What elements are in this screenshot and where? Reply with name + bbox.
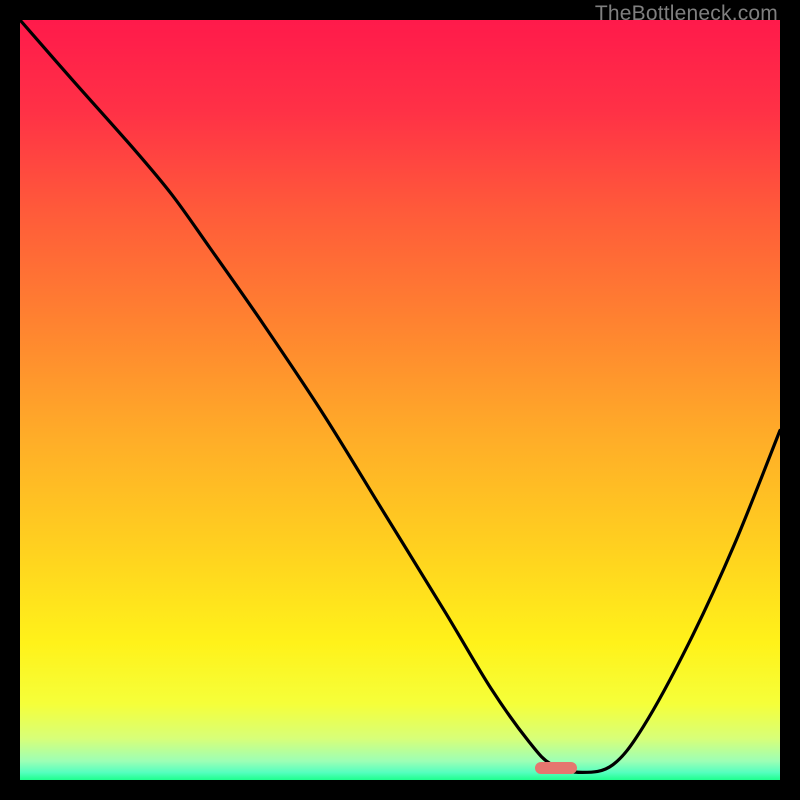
plot-area bbox=[20, 20, 780, 780]
optimal-marker bbox=[535, 762, 577, 774]
curve-layer bbox=[20, 20, 780, 780]
bottleneck-curve bbox=[20, 20, 780, 772]
chart-stage: TheBottleneck.com bbox=[0, 0, 800, 800]
